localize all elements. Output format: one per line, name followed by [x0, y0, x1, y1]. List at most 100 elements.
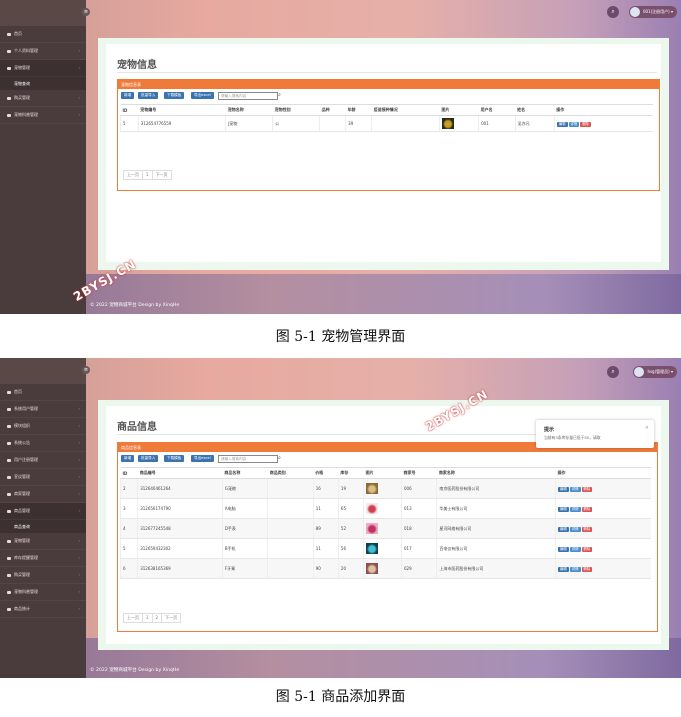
avatar — [634, 367, 645, 377]
column-header: 宠物名称 — [225, 104, 273, 116]
column-header: 宠物编号 — [138, 104, 226, 116]
download-template-button[interactable]: 下载模板 — [164, 455, 185, 462]
delete-button[interactable]: 删除 — [581, 486, 593, 492]
sidebar-subitem[interactable]: 商品查询 — [0, 520, 86, 533]
content-panel: 宠物信息 宠物信息表 新增 批量导入 下载模板 导出excel 请输入搜索内容 … — [106, 44, 661, 262]
edit-button[interactable]: 编辑 — [557, 506, 569, 512]
list-icon — [7, 556, 11, 560]
table-cell: G宠粮 — [221, 478, 268, 499]
sidebar-item[interactable]: 宣议管理 ‹ — [0, 469, 86, 486]
sidebar-item[interactable]: 个人资料管理 ‹ — [0, 43, 86, 60]
list-icon — [7, 66, 11, 70]
sidebar-item[interactable]: 首页 — [0, 26, 86, 43]
toast-message: 当前有3条库存量已低于50，请取 — [544, 435, 601, 440]
sidebar-item[interactable]: 购买管理 ‹ — [0, 90, 86, 107]
page-button[interactable]: 下一页 — [151, 170, 172, 180]
table-cell: D手表 — [221, 518, 268, 539]
import-button[interactable]: 批量导入 — [138, 92, 159, 99]
footer: © 2022 宠物商城平台 Design by XinqHe — [90, 303, 180, 308]
column-header: 图片 — [439, 104, 479, 116]
detail-button[interactable]: 详情 — [569, 486, 581, 492]
export-button[interactable]: 导出excel — [191, 92, 214, 99]
sidebar-item[interactable]: 宠物科普管理 ‹ — [0, 584, 86, 601]
page-button[interactable]: 上一页 — [123, 613, 143, 623]
page-button[interactable]: 上一页 — [123, 170, 143, 180]
topbar: ⌕ 001(注册用户) ▾ — [86, 0, 681, 26]
search-icon[interactable]: ⌕ — [276, 455, 283, 462]
sidebar-item-label: 宠物管理 — [14, 65, 30, 70]
column-header: 图片 — [363, 467, 402, 479]
sidebar-item[interactable]: 宠物管理 ‹ — [0, 533, 86, 550]
table-cell — [371, 115, 440, 132]
table-cell: 20 — [337, 558, 364, 579]
table-cell: 6 — [119, 558, 138, 579]
user-name: 001(注册用户) — [642, 9, 670, 14]
sidebar-item[interactable]: 购买管理 ‹ — [0, 567, 86, 584]
edit-button[interactable]: 编辑 — [557, 486, 569, 492]
add-button[interactable]: 新增 — [121, 92, 135, 99]
table-cell: 017 — [400, 538, 437, 559]
table-cell: F牙膏 — [221, 558, 268, 579]
export-button[interactable]: 导出excel — [191, 455, 214, 462]
column-header: 商品名称 — [222, 467, 268, 479]
table-cell: 312659432302 — [137, 538, 223, 559]
list-icon — [7, 441, 11, 445]
sidebar-item-label: 系统公告 — [14, 440, 30, 445]
search-icon[interactable]: ⌕ — [607, 366, 619, 378]
column-header: 商家名称 — [436, 467, 556, 479]
detail-button[interactable]: 详情 — [569, 546, 581, 552]
search-icon[interactable]: ⌕ — [276, 92, 283, 99]
download-template-button[interactable]: 下载模板 — [164, 92, 185, 99]
sidebar-item[interactable]: 系统用户管理 ‹ — [0, 401, 86, 418]
delete-button[interactable]: 删除 — [581, 546, 593, 552]
edit-button[interactable]: 编辑 — [556, 121, 568, 127]
edit-button[interactable]: 编辑 — [557, 566, 569, 572]
sidebar-item[interactable]: 商品管理 ‹ — [0, 503, 86, 520]
sidebar-item[interactable]: 宠物科普管理 ‹ — [0, 107, 86, 124]
table-cell: 3 — [119, 498, 138, 519]
search-icon[interactable]: ⌕ — [607, 6, 619, 18]
sidebar-item[interactable]: 首页 — [0, 384, 86, 401]
delete-button[interactable]: 删除 — [580, 121, 592, 127]
delete-button[interactable]: 删除 — [581, 506, 593, 512]
operations-cell: 编辑 详情 删除 — [554, 478, 651, 499]
close-icon[interactable]: × — [645, 425, 649, 431]
sidebar-item[interactable]: 商家管理 ‹ — [0, 486, 86, 503]
table-row: 5 312654776559 J宠物公 39 001 吴亦凡 编辑 详情 删除 — [120, 115, 653, 132]
sidebar: 首页 个人资料管理 ‹ 宠物管理 ‹ 宠物查询 购买管理 ‹ 宠物科普管理 ‹ — [0, 0, 86, 314]
sidebar-item[interactable]: 用户注册管理 ‹ — [0, 452, 86, 469]
column-header: 用户名 — [478, 104, 516, 116]
detail-button[interactable]: 详情 — [569, 526, 581, 532]
sidebar-item[interactable]: 系统公告 ‹ — [0, 435, 86, 452]
sidebar-item-label: 宠物科普管理 — [14, 589, 38, 594]
search-input[interactable]: 请输入搜索内容 — [218, 455, 278, 463]
add-button[interactable]: 新增 — [121, 455, 135, 462]
detail-button[interactable]: 详情 — [569, 566, 581, 572]
table-title: 宠物信息表 — [118, 80, 659, 89]
sidebar-item[interactable]: 库存提醒管理 ‹ — [0, 550, 86, 567]
user-menu[interactable]: hsg(管理员) ▾ — [633, 366, 677, 378]
edit-button[interactable]: 编辑 — [557, 526, 569, 532]
sidebar-item[interactable]: 模块组织 ‹ — [0, 418, 86, 435]
pagination: 上一页 1 2 下一页 — [123, 604, 182, 623]
delete-button[interactable]: 删除 — [581, 566, 593, 572]
detail-button[interactable]: 详情 — [568, 121, 580, 127]
edit-button[interactable]: 编辑 — [557, 546, 569, 552]
delete-button[interactable]: 删除 — [581, 526, 593, 532]
column-header: ID — [120, 467, 138, 479]
list-icon — [7, 424, 11, 428]
column-header: 商品类别 — [267, 467, 314, 479]
thumbnail-image — [366, 523, 379, 534]
chevron-icon: ‹ — [78, 48, 80, 53]
sidebar-item[interactable]: 宠物管理 ‹ — [0, 60, 86, 77]
sidebar-item[interactable]: 商品统计 ‹ — [0, 601, 86, 618]
detail-button[interactable]: 详情 — [569, 506, 581, 512]
page-button[interactable]: 下一页 — [161, 613, 182, 623]
sidebar-subitem[interactable]: 宠物查询 — [0, 77, 86, 90]
search-input[interactable]: 请输入搜索内容 — [218, 92, 278, 100]
import-button[interactable]: 批量导入 — [138, 455, 159, 462]
sidebar-item-label: 宠物科普管理 — [14, 112, 38, 117]
user-menu[interactable]: 001(注册用户) ▾ — [628, 6, 677, 18]
list-icon — [7, 475, 11, 479]
column-header: 年龄 — [345, 104, 372, 116]
